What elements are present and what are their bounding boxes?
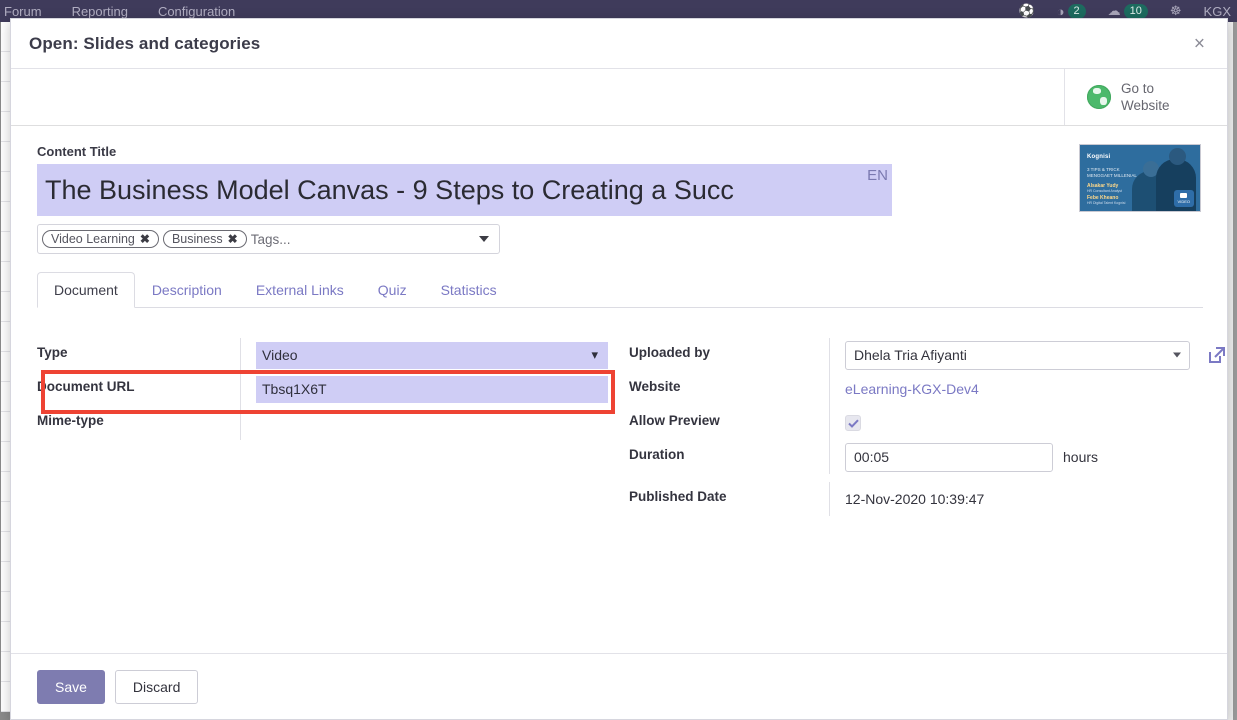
nav-item-configuration[interactable]: Configuration xyxy=(158,4,235,19)
content-title-input[interactable]: The Business Model Canvas - 9 Steps to C… xyxy=(37,164,892,216)
close-icon[interactable]: × xyxy=(1188,32,1211,55)
allow-preview-checkbox[interactable] xyxy=(845,415,861,431)
type-value-cell: Video ▾ xyxy=(240,338,615,372)
content-title-wrap: The Business Model Canvas - 9 Steps to C… xyxy=(37,164,892,216)
content-thumbnail[interactable]: Kognisi 3 TIPS & TRICK MENGGAET MILLENIA… xyxy=(1079,144,1201,212)
status-control-bar: Go to Website xyxy=(11,69,1227,126)
allow-preview-value-cell xyxy=(829,406,1199,440)
field-row-allow-preview: Allow Preview xyxy=(629,406,1199,440)
field-row-published-date: Published Date 12-Nov-2020 10:39:47 xyxy=(629,482,1199,516)
contacts-icon[interactable]: ☸ xyxy=(1170,3,1182,19)
document-form: Type Video ▾ Document URL Tbsq1X6T Mime-… xyxy=(37,338,1225,516)
duration-unit: hours xyxy=(1063,449,1099,465)
topbar-nav-items: Forum Reporting Configuration xyxy=(0,4,235,19)
form-column-right: Uploaded by Dhela Tria Afiyanti Website … xyxy=(629,338,1225,516)
tab-statistics[interactable]: Statistics xyxy=(424,272,514,308)
tags-input[interactable]: Video Learning ✖ Business ✖ Tags... xyxy=(37,224,500,254)
published-date-value-cell: 12-Nov-2020 10:39:47 xyxy=(829,482,1199,516)
external-link-icon[interactable] xyxy=(1206,344,1227,366)
thumbnail-speaker-role: HR Digital Talent Kognisi xyxy=(1087,201,1126,205)
website-link[interactable]: eLearning-KGX-Dev4 xyxy=(845,381,979,397)
tab-quiz[interactable]: Quiz xyxy=(361,272,424,308)
mime-type-value-cell xyxy=(240,406,615,440)
go-to-website-line2: Website xyxy=(1121,98,1170,113)
tab-document[interactable]: Document xyxy=(37,272,135,308)
type-select[interactable]: Video xyxy=(256,341,608,369)
type-label: Type xyxy=(37,345,68,360)
tag-remove-icon[interactable]: ✖ xyxy=(140,232,150,246)
dialog-body: Content Title The Business Model Canvas … xyxy=(11,126,1227,653)
nav-item-reporting[interactable]: Reporting xyxy=(72,4,128,19)
mime-type-label: Mime-type xyxy=(37,413,104,428)
language-badge[interactable]: EN xyxy=(867,167,888,184)
uploaded-by-value-cell xyxy=(829,338,1227,372)
go-to-website-label: Go to Website xyxy=(1121,80,1170,114)
tag-remove-icon[interactable]: ✖ xyxy=(228,232,238,246)
thumbnail-headline: 3 TIPS & TRICK MENGGAET MILLENIAL xyxy=(1087,167,1137,178)
tag-label: Business xyxy=(171,232,223,246)
field-row-document-url: Document URL xyxy=(37,372,615,406)
tag-chip[interactable]: Business ✖ xyxy=(162,230,247,248)
published-date-label: Published Date xyxy=(629,489,727,504)
content-title-label: Content Title xyxy=(37,144,117,159)
document-url-value-cell xyxy=(240,372,615,406)
tab-description[interactable]: Description xyxy=(135,272,239,308)
website-label: Website xyxy=(629,379,681,394)
open-record-dialog: Open: Slides and categories × Go to Webs… xyxy=(10,18,1228,720)
dialog-header: Open: Slides and categories × xyxy=(11,19,1227,69)
form-column-left: Type Video ▾ Document URL Tbsq1X6T Mime-… xyxy=(37,338,615,516)
uploaded-by-wrap xyxy=(845,340,1190,370)
field-row-duration: Duration hours xyxy=(629,440,1199,482)
nav-item-forum[interactable]: Forum xyxy=(4,4,42,19)
thumbnail-brand: Kognisi xyxy=(1087,154,1111,160)
video-camera-icon xyxy=(1180,192,1188,198)
allow-preview-label: Allow Preview xyxy=(629,413,720,428)
dialog-title: Open: Slides and categories xyxy=(29,33,261,53)
go-to-website-button[interactable]: Go to Website xyxy=(1064,69,1227,125)
thumbnail-video-badge: VIDEO xyxy=(1173,189,1194,207)
tags-placeholder: Tags... xyxy=(250,231,291,247)
status-bar-left-empty xyxy=(11,69,1064,125)
background-right-strip xyxy=(1233,22,1237,720)
tab-bar: Document Description External Links Quiz… xyxy=(37,272,1203,308)
tag-chip[interactable]: Video Learning ✖ xyxy=(42,230,159,248)
duration-value-cell: hours xyxy=(829,440,1199,474)
tag-label: Video Learning xyxy=(51,232,135,246)
uploaded-by-input[interactable] xyxy=(845,340,1190,370)
document-url-label: Document URL xyxy=(37,379,135,394)
chat-badge: 10 xyxy=(1123,3,1148,19)
document-url-input[interactable] xyxy=(256,375,608,403)
go-to-website-line1: Go to xyxy=(1121,81,1155,96)
thumbnail-speaker-role: HR Consultant Analyst xyxy=(1087,189,1123,193)
tab-external-links[interactable]: External Links xyxy=(239,272,361,308)
field-row-uploaded-by: Uploaded by xyxy=(629,338,1225,372)
discard-button[interactable]: Discard xyxy=(114,669,199,704)
globe-icon xyxy=(1087,85,1111,109)
published-date-value: 12-Nov-2020 10:39:47 xyxy=(845,491,985,507)
website-value-cell: eLearning-KGX-Dev4 xyxy=(829,372,1199,406)
clock-badge: 2 xyxy=(1067,3,1086,19)
thumbnail-person-head xyxy=(1169,148,1186,165)
field-row-website: Website eLearning-KGX-Dev4 xyxy=(629,372,1199,406)
chevron-down-icon[interactable] xyxy=(479,236,489,242)
type-select-wrap: Video ▾ xyxy=(256,341,608,369)
duration-label: Duration xyxy=(629,447,685,462)
duration-input[interactable] xyxy=(845,442,1053,472)
topbar-status-icons: ⚽ ◑ 2 ☁ 10 ☸ KGX xyxy=(1018,3,1237,19)
bug-icon[interactable]: ⚽ xyxy=(1018,3,1034,19)
uploaded-by-label: Uploaded by xyxy=(629,345,711,360)
save-button[interactable]: Save xyxy=(37,669,105,704)
chat-icon[interactable]: ☁ 10 xyxy=(1108,3,1148,19)
thumbnail-video-badge-label: VIDEO xyxy=(1177,199,1190,204)
field-row-mime-type: Mime-type xyxy=(37,406,615,440)
field-row-type: Type Video ▾ xyxy=(37,338,615,372)
user-menu[interactable]: KGX xyxy=(1204,4,1231,19)
clock-icon[interactable]: ◑ 2 xyxy=(1057,3,1086,19)
dialog-footer: Save Discard xyxy=(11,653,1227,719)
